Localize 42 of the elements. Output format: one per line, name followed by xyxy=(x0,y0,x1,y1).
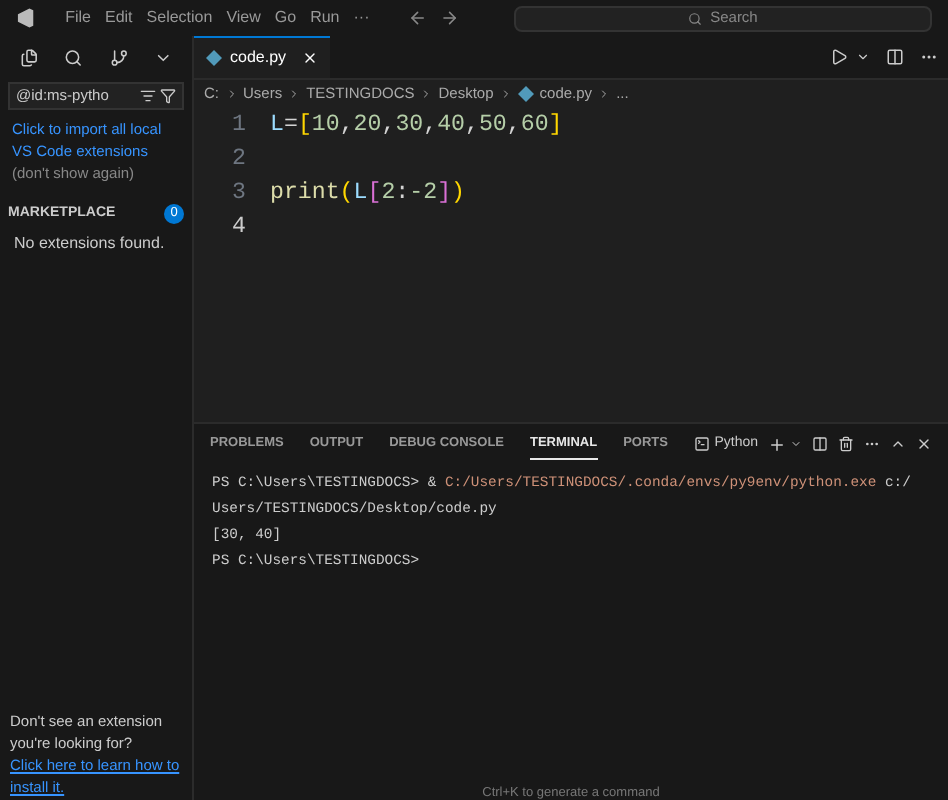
split-terminal-icon[interactable] xyxy=(812,436,828,452)
chevron-right-icon xyxy=(598,87,611,99)
python-file-icon xyxy=(517,85,534,101)
terminal-icon[interactable] xyxy=(694,436,711,452)
line-number: 1 xyxy=(230,110,248,142)
app-logo-icon xyxy=(16,8,36,28)
close-icon[interactable] xyxy=(916,436,932,452)
split-editor-icon[interactable] xyxy=(886,48,904,66)
search-icon xyxy=(688,11,703,25)
menu-item[interactable]: File xyxy=(65,6,91,30)
chevron-right-icon xyxy=(225,87,237,99)
line-number: 4 xyxy=(230,212,248,244)
line-number: 2 xyxy=(230,144,248,176)
line-number: 3 xyxy=(230,178,248,210)
forward-arrow-icon[interactable] xyxy=(440,8,460,28)
menu-item[interactable]: Run xyxy=(310,6,340,30)
add-icon[interactable] xyxy=(768,435,786,453)
code-line: print(L[2:-2]) xyxy=(270,178,465,210)
files-icon[interactable] xyxy=(20,46,39,70)
clear-filter-icon[interactable] xyxy=(140,88,156,104)
python-file-icon xyxy=(206,50,222,66)
back-arrow-icon[interactable] xyxy=(407,8,427,28)
code-editor[interactable]: 1 L=[10,20,30,40,50,60] 2 3 print(L[2:-2]) 4 xyxy=(194,106,948,422)
menu-item[interactable]: Selection xyxy=(146,6,213,30)
menu-item[interactable]: View xyxy=(226,6,261,30)
source-control-icon[interactable] xyxy=(109,46,128,70)
menu-item[interactable]: ··· xyxy=(353,6,370,30)
menu-item[interactable]: Edit xyxy=(104,6,133,30)
menu-item[interactable]: Go xyxy=(274,6,297,30)
chevron-right-icon xyxy=(288,87,301,99)
chevron-up-icon[interactable] xyxy=(890,436,906,452)
trash-icon[interactable] xyxy=(838,436,854,452)
run-icon[interactable] xyxy=(830,48,848,66)
empty-message: No extensions found. xyxy=(12,232,167,256)
chevron-right-icon xyxy=(420,87,433,99)
editor-tab[interactable]: code.py xyxy=(194,36,330,78)
search-icon[interactable] xyxy=(64,46,83,70)
filter-icon[interactable] xyxy=(160,88,176,104)
tab-label: code.py xyxy=(230,46,289,70)
chevron-right-icon xyxy=(499,87,512,99)
chevron-down-icon[interactable] xyxy=(856,50,870,64)
code-line: L=[10,20,30,40,50,60] xyxy=(270,110,563,142)
